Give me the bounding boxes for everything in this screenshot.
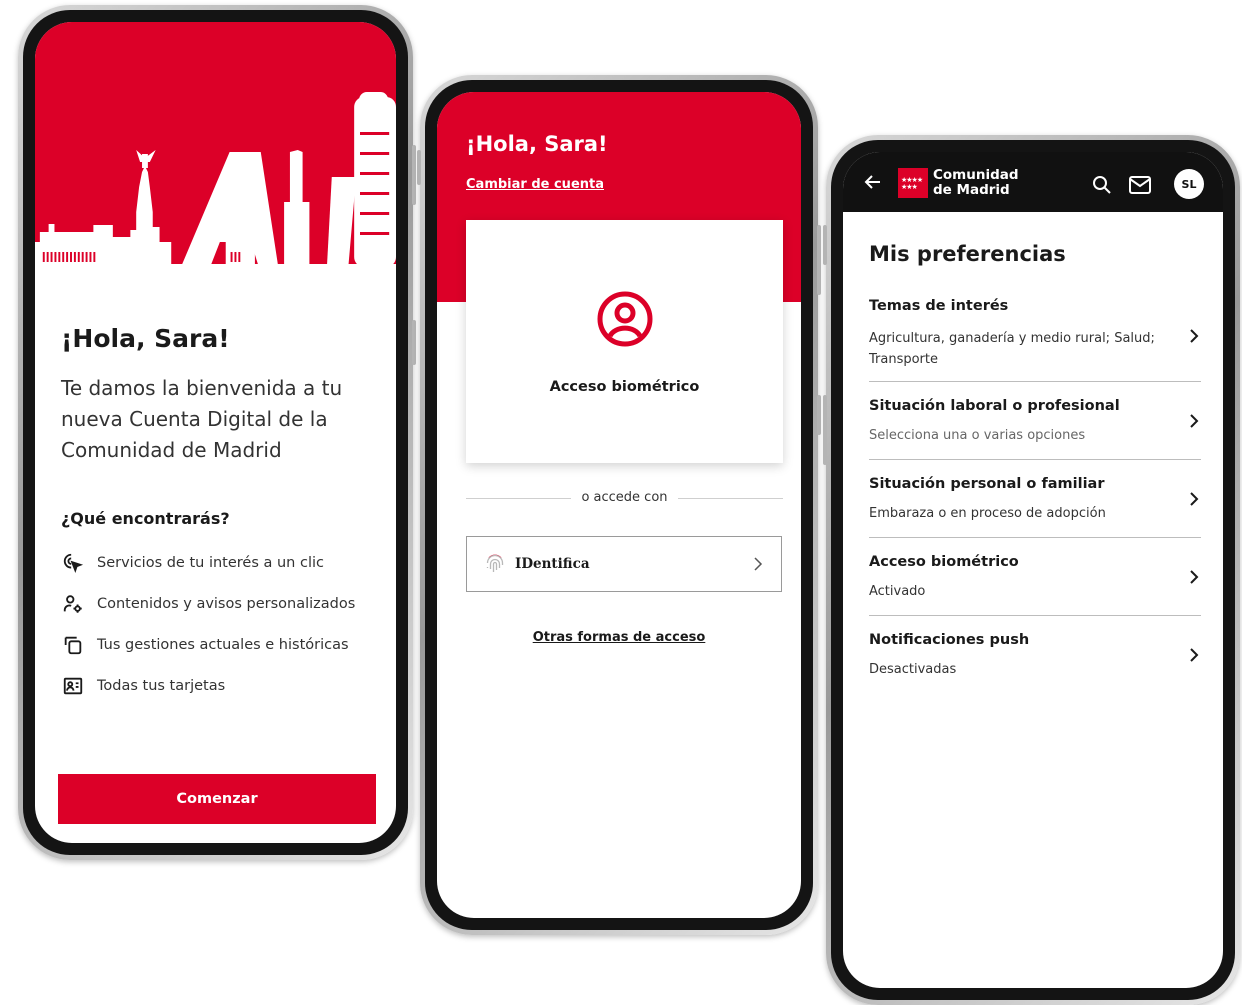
biometric-access-label: Acceso biométrico	[549, 379, 700, 395]
chevron-right-icon	[1189, 328, 1199, 348]
side-button	[817, 225, 821, 295]
preference-title: Notificaciones push	[869, 632, 1030, 648]
brand-name: Comunidad de Madrid	[933, 168, 1019, 198]
features-list: Servicios de tu interés a un clic Conten…	[61, 542, 355, 706]
id-card-icon	[61, 674, 85, 698]
feature-label: Tus gestiones actuales e históricas	[97, 636, 349, 653]
divider-line	[678, 498, 783, 499]
side-button	[823, 225, 827, 265]
features-section-title: ¿Qué encontrarás?	[61, 509, 230, 528]
chevron-right-icon	[1189, 647, 1199, 667]
back-arrow-icon[interactable]	[863, 172, 883, 196]
preferences-list: Temas de interés Agricultura, ganadería …	[869, 292, 1201, 694]
madrid-skyline-illustration	[35, 92, 396, 267]
preference-item-acceso-biometrico[interactable]: Acceso biométrico Activado	[869, 538, 1201, 616]
other-access-methods-link[interactable]: Otras formas de acceso	[437, 630, 801, 645]
preferences-screen: ★★★★ ★★★ Comunidad de Madrid SL Mis pref…	[843, 152, 1223, 988]
phone-bezel: ¡Hola, Sara! Te damos la bienvenida a tu…	[23, 10, 408, 855]
preference-title: Temas de interés	[869, 298, 1009, 314]
preference-subtitle: Desactivadas	[869, 662, 957, 677]
welcome-text: Te damos la bienvenida a tu nueva Cuenta…	[61, 376, 343, 462]
preference-subtitle: Selecciona una o varias opciones	[869, 428, 1086, 443]
preference-title: Situación laboral o profesional	[869, 398, 1120, 414]
welcome-title: ¡Hola, Sara!	[61, 324, 230, 353]
user-settings-icon	[61, 592, 85, 616]
identifica-button[interactable]: IDentifica	[466, 536, 782, 592]
stars-icon: ★★★★ ★★★	[901, 176, 923, 191]
identifica-label: IDentifica	[515, 556, 590, 572]
phone-login: ¡Hola, Sara! Cambiar de cuenta Acceso bi…	[417, 75, 821, 935]
feature-item: Servicios de tu interés a un clic	[61, 542, 355, 583]
user-avatar[interactable]: SL	[1174, 169, 1204, 199]
start-button[interactable]: Comenzar	[58, 774, 376, 824]
preference-title: Situación personal o familiar	[869, 476, 1105, 492]
preference-subtitle: Embaraza o en proceso de adopción	[869, 506, 1106, 521]
login-screen: ¡Hola, Sara! Cambiar de cuenta Acceso bi…	[437, 92, 801, 918]
cursor-click-icon	[61, 551, 85, 575]
preference-item-temas-de-interes[interactable]: Temas de interés Agricultura, ganadería …	[869, 292, 1201, 382]
preference-item-situacion-laboral[interactable]: Situación laboral o profesional Seleccio…	[869, 382, 1201, 460]
preference-item-situacion-personal[interactable]: Situación personal o familiar Embaraza o…	[869, 460, 1201, 538]
brand-line-1: Comunidad	[933, 167, 1019, 183]
chevron-right-icon	[1189, 413, 1199, 433]
side-button	[412, 320, 416, 365]
chevron-right-icon	[1189, 569, 1199, 589]
welcome-screen: ¡Hola, Sara! Te damos la bienvenida a tu…	[35, 22, 396, 843]
login-title: ¡Hola, Sara!	[466, 132, 608, 156]
phone-bezel: ★★★★ ★★★ Comunidad de Madrid SL Mis pref…	[831, 140, 1235, 1000]
mail-icon[interactable]	[1129, 176, 1151, 198]
fingerprint-icon	[483, 552, 507, 580]
feature-item: Todas tus tarjetas	[61, 665, 355, 706]
search-icon[interactable]	[1092, 175, 1112, 199]
side-button	[417, 150, 421, 185]
chevron-right-icon	[1189, 491, 1199, 511]
page-title: Mis preferencias	[869, 242, 1066, 266]
preference-item-notificaciones-push[interactable]: Notificaciones push Desactivadas	[869, 616, 1201, 694]
phone-preferences: ★★★★ ★★★ Comunidad de Madrid SL Mis pref…	[823, 135, 1240, 1005]
feature-item: Tus gestiones actuales e históricas	[61, 624, 355, 665]
phone-welcome: ¡Hola, Sara! Te damos la bienvenida a tu…	[18, 5, 416, 860]
brand-line-2: de Madrid	[933, 182, 1010, 198]
comunidad-madrid-logo: ★★★★ ★★★	[898, 168, 928, 198]
preference-title: Acceso biométrico	[869, 554, 1019, 570]
access-divider: o accede con	[466, 489, 783, 509]
phone-bezel: ¡Hola, Sara! Cambiar de cuenta Acceso bi…	[425, 80, 813, 930]
biometric-access-card[interactable]: Acceso biométrico	[466, 220, 783, 463]
side-button	[817, 395, 821, 435]
switch-account-link[interactable]: Cambiar de cuenta	[466, 177, 604, 192]
feature-label: Servicios de tu interés a un clic	[97, 554, 324, 571]
feature-label: Contenidos y avisos personalizados	[97, 595, 356, 612]
side-button	[412, 145, 416, 205]
documents-icon	[61, 633, 85, 657]
user-circle-icon	[596, 290, 654, 352]
preference-subtitle: Activado	[869, 584, 926, 599]
side-button	[823, 395, 827, 465]
chevron-right-icon	[753, 556, 763, 576]
feature-label: Todas tus tarjetas	[97, 677, 226, 694]
app-header: ★★★★ ★★★ Comunidad de Madrid SL	[843, 152, 1223, 212]
feature-item: Contenidos y avisos personalizados	[61, 583, 355, 624]
preference-subtitle: Agricultura, ganadería y medio rural; Sa…	[869, 331, 1155, 367]
